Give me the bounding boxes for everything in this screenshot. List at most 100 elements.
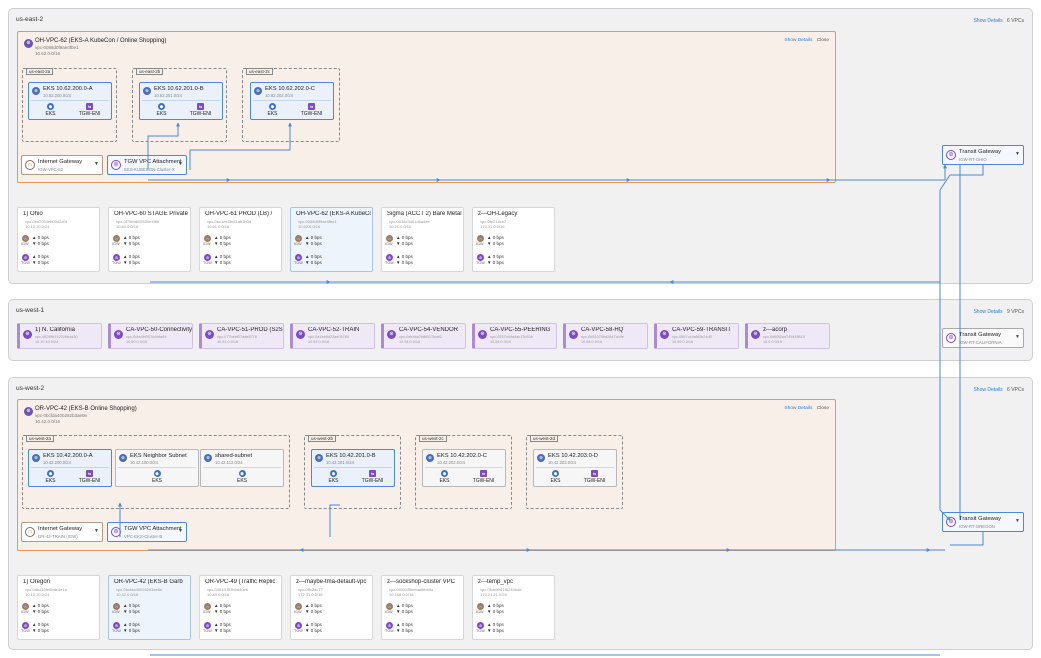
vpc-id: vpc-0828ffc7c2226b4d30 [35,335,78,339]
subnet-card[interactable]: ⊕ EKS 10.42.201.0-B 10.42.201.0/24 ⬢ EKS … [311,449,395,487]
show-details-link[interactable]: Show Details [973,309,1002,315]
vpc-card[interactable]: ⊛ CA-VPC-52-TRAIN vpc-0a1eb9d22ae05780 1… [290,323,375,349]
vpc-card[interactable]: z---temp_vpc vpc-0fcb0fb11f6240bdd 172.2… [472,575,555,640]
close-link[interactable]: Close [817,406,829,411]
gw-name: Internet Gateway [38,526,83,532]
chevron-down-icon[interactable]: ▼ [1015,334,1020,340]
chevron-down-icon[interactable]: ▼ [178,161,183,167]
vpc-card[interactable]: OH-VPC-62 (EKS-A KubeCon vpc-0088d0f9ae0… [290,207,373,272]
igw-label: IGW [385,610,393,614]
vpc-card[interactable]: OR-VPC-49 (Traffic Replic vpc-0461f1f53b… [199,575,282,640]
eks-resource[interactable]: ⬢ EKS [31,468,70,484]
vpc-card[interactable]: ⊛ CA-VPC-55-PEERING vpc-0537d49a4ac17b53… [472,323,557,349]
vpc-card[interactable]: OH-VPC-60 STAGE Private vpc-0f75bab05530… [108,207,191,272]
vpc-card[interactable]: Sigma (ACCT 2) Bare Metal vpc-0038c3401d… [381,207,464,272]
subnet-icon: ⊕ [426,454,434,462]
traffic-value: 0 bps [401,628,413,633]
traffic-up: ▲ 0 bps [123,235,140,240]
traffic-value: 0 bps [492,254,504,259]
transit-gateway-oregon[interactable]: ⊛ Transit Gateway IGW-RT-OREGON ▼ [942,512,1024,532]
show-details-link[interactable]: Show Details [973,387,1002,393]
chevron-down-icon[interactable]: ▼ [94,528,99,534]
eks-resource[interactable]: ⬢ EKS [536,468,575,484]
close-link[interactable]: Close [817,38,829,43]
tgw-eni-resource[interactable]: ⇆ TGW-ENI [353,468,392,484]
traffic-value: 0 bps [219,254,231,259]
tgw-label: TGW [112,629,121,633]
traffic-value: 0 bps [37,622,49,627]
show-details-link[interactable]: Show Details [784,38,812,43]
subnet-card[interactable]: ⊕ EKS Neighbor Subnet 10.42.100.0/24 ⬢ EK… [115,449,199,487]
tgw-eni-resource[interactable]: ⇆ TGW-ENI [181,101,220,117]
eks-resource[interactable]: ⬢ EKS [142,101,181,117]
traffic-value: 0 bps [37,628,49,633]
subnet-card[interactable]: ⊕ EKS 10.62.201.0-B 10.62.201.0/24 ⬢ EKS … [139,82,223,120]
gw-sub: EKS-KUBECON-Cluster-X [124,167,175,172]
vpc-card[interactable]: ⊛ z---acorp vpc-0d89f2ad749448610 10.0.0… [745,323,830,349]
subnet-card[interactable]: ⊕ EKS 10.62.200.0-A 10.62.200.0/24 ⬢ EKS … [28,82,112,120]
chevron-down-icon[interactable]: ▼ [94,161,99,167]
eks-resource[interactable]: ⬢ EKS [203,468,281,484]
subnet-card[interactable]: ⊕ EKS 10.62.202.0-C 10.62.202.0/24 ⬢ EKS … [250,82,334,120]
vpc-card[interactable]: z---maybe-tma-default-vpc vpc-0ffc2ac77 … [290,575,373,640]
vpc-card[interactable]: OR-VPC-42 (EKS-B Garb vpc-0bcfda400282b3… [108,575,191,640]
vpc-card[interactable]: ⊛ CA-VPC-54-VENDOR vpc-0de4ba7b8b523cdb2… [381,323,466,349]
chevron-down-icon[interactable]: ▼ [1015,518,1020,524]
vpc-cidr: 10.0.0.0/16 [763,340,783,344]
vpc-card[interactable]: ⊛ CA-VPC-59-TRANSIT vpc-05b7c49a5f2b24d5… [654,323,739,349]
internet-gateway-card[interactable]: ∩ Internet Gateway OR-42-TRAIN (IGW) ▼ [21,522,103,542]
eks-resource[interactable]: ⬢ EKS [118,468,196,484]
vpc-card[interactable]: z---sockshop-cluster VPC vpc-0f00f4f5eeb… [381,575,464,640]
vpc-card[interactable]: OH-VPC-61 PROD (LB) / vpc-0bc1ee3fe61ab1… [199,207,282,272]
traffic-value: 0 bps [401,603,413,608]
subnet-name: EKS 10.62.200.0-A [43,86,93,92]
vpc-card[interactable]: z---OH-Legacy vpc-0fe21dcb7 172.31.0.0/1… [472,207,555,272]
tgw-attachment-card[interactable]: ⊛ TGW VPC Attachment VPC-EKS-Cluster-B ▼ [107,522,187,542]
internet-gateway-icon: ∩ [295,603,302,610]
traffic-value: 0 bps [310,628,322,633]
internet-gateway-icon: ∩ [25,160,35,170]
vpc-card[interactable]: ⊛ CA-VPC-50-Connectivity vpc-00bc9b0f70c… [108,323,193,349]
subnet-card[interactable]: ⊕ EKS 10.42.202.0-C 10.42.202.0/24 ⬢ EKS … [422,449,506,487]
subnet-icon: ⊕ [204,454,212,462]
tgw-attachment-card[interactable]: ⊛ TGW VPC Attachment EKS-KUBECON-Cluster… [107,155,187,175]
traffic-value: 0 bps [219,260,231,265]
traffic-up: ▲ 0 bps [305,235,322,240]
igw-label: IGW [112,610,120,614]
tgw-eni-label: TGW-ENI [472,478,495,484]
internet-gateway-card[interactable]: ∩ Internet Gateway IGW-VPC-62 ▼ [21,155,103,175]
tgw-eni-resource[interactable]: ⇆ TGW-ENI [70,468,109,484]
vpc-name: OH-VPC-62 (EKS-A KubeCon [296,211,371,217]
tgw-eni-resource[interactable]: ⇆ TGW-ENI [70,101,109,117]
subnet-card[interactable]: ⊕ EKS 10.42.200.0-A 10.42.200.0/24 ⬢ EKS … [28,449,112,487]
eks-resource[interactable]: ⬢ EKS [425,468,464,484]
vpc-cidr: 10.49.0.0/16 [207,592,230,597]
eks-icon: ⬢ [47,103,54,110]
eks-resource[interactable]: ⬢ EKS [253,101,292,117]
vpc-card[interactable]: ⊛ CA-VPC-51-PROD (S2S VPN) vpc-077bebf27… [199,323,284,349]
vpc-card[interactable]: 1) Ohio vpc-0bc7054eb03d2d0f 10.10.10.0/… [17,207,100,272]
show-details-link[interactable]: Show Details [973,18,1002,24]
show-details-link[interactable]: Show Details [784,406,812,411]
igw-label: IGW [385,242,393,246]
traffic-value: 0 bps [401,241,413,246]
tgw-eni-resource[interactable]: ⇆ TGW-ENI [464,468,503,484]
eks-resource[interactable]: ⬢ EKS [314,468,353,484]
internet-gateway-icon: ∩ [113,603,120,610]
traffic-value: 0 bps [401,609,413,614]
subnet-card[interactable]: ⊕ EKS 10.42.203.0-D 10.42.203.0/24 ⬢ EKS … [533,449,617,487]
chevron-down-icon[interactable]: ▼ [1015,151,1020,157]
transit-gateway-california[interactable]: ⊛ Transit Gateway IGW-RT-CALIFORNIA ▼ [942,328,1024,348]
tgw-eni-resource[interactable]: ⇆ TGW-ENI [292,101,331,117]
eks-resource[interactable]: ⬢ EKS [31,101,70,117]
tgw-eni-icon: ⇆ [480,470,487,477]
subnet-card[interactable]: ⊕ shared-subnet 10.42.112.0/24 ⬢ EKS [200,449,284,487]
transit-gateway-icon: ⊛ [295,622,302,629]
tgw-traffic: ⊛ TGW ▲ 0 bps ▼ 0 bps [294,254,355,268]
vpc-card[interactable]: 1) Oregon vpc-0dbd10fe8bdc4e1a 10.10.10.… [17,575,100,640]
chevron-down-icon[interactable]: ▼ [178,528,183,534]
vpc-card[interactable]: ⊛ 1) N. California vpc-0828ffc7c2226b4d3… [17,323,102,349]
transit-gateway-ohio[interactable]: ⊛ Transit Gateway IGW-RT-OHIO ▼ [942,145,1024,165]
tgw-eni-resource[interactable]: ⇆ TGW-ENI [575,468,614,484]
vpc-card[interactable]: ⊛ CA-VPC-58-HQ vpc-0b51070bd2847cb9e 10.… [563,323,648,349]
